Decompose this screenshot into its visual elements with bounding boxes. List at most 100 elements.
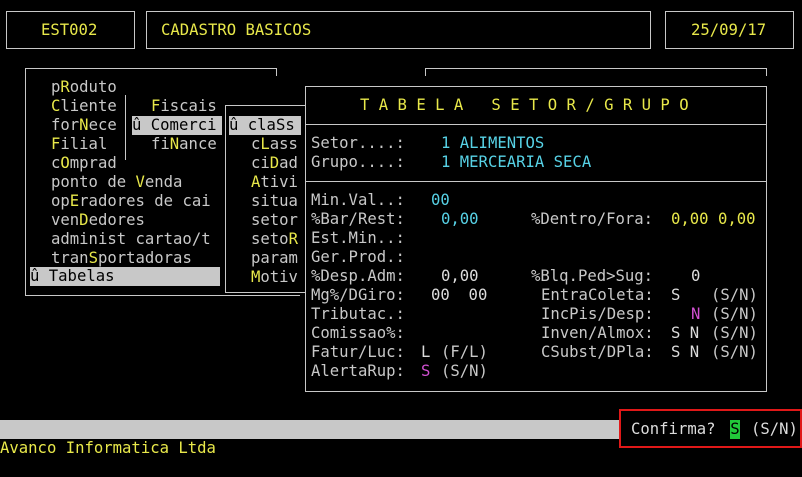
setor-value[interactable]: 1 ALIMENTOS	[441, 134, 544, 153]
main-menu-item-text: c	[51, 154, 61, 172]
main-menu-item-hotkey: E	[69, 192, 80, 210]
submenu-2-item-hotkey: A	[251, 173, 261, 191]
main-menu-item-text-rest: edores	[88, 211, 145, 229]
main-menu-item-text: p	[51, 78, 61, 96]
main-menu-item-text: for	[51, 116, 80, 134]
mg-dgiro-label: Mg%/DGiro:	[311, 286, 405, 304]
bar-rest-label: %Bar/Rest:	[311, 210, 405, 228]
submenu-2-bottom-border	[225, 292, 305, 293]
confirm-hint: (S/N)	[751, 420, 798, 438]
inc-pis-field[interactable]: N	[691, 305, 700, 324]
inc-pis-label: IncPis/Desp:	[541, 305, 654, 323]
fatur-luc-hint: (F/L)	[441, 343, 488, 361]
alerta-rup-field[interactable]: S	[421, 362, 430, 381]
submenu-2-item[interactable]: situa	[251, 192, 298, 211]
main-menu-item[interactable]: forNece	[51, 116, 117, 135]
submenu-2-item[interactable]: Ativi	[251, 173, 298, 192]
submenu-2-item[interactable]: param	[251, 249, 298, 268]
est-min-label: Est.Min..:	[311, 229, 405, 247]
main-menu-item[interactable]: cOmprad	[51, 154, 117, 173]
submenu-2-item-text: param	[251, 249, 298, 267]
submenu-1-item-hotkey: F	[151, 97, 161, 115]
submenu-2-item-hotkey: L	[260, 135, 270, 153]
main-menu-item[interactable]: Cliente	[51, 97, 117, 116]
background-window-top-border	[425, 68, 767, 69]
csubst-field[interactable]: S N	[671, 343, 699, 362]
comissao-label: Comissao%:	[311, 324, 405, 342]
desp-adm-field[interactable]: 0,00	[441, 267, 479, 286]
confirm-prompt-label: Confirma?	[631, 420, 716, 438]
submenu-2-item[interactable]: setor	[251, 211, 298, 230]
main-menu-item-text: ven	[51, 211, 80, 229]
main-menu-item[interactable]: venDedores	[51, 211, 145, 230]
main-menu-item[interactable]: pRoduto	[51, 78, 117, 97]
dentro-fora-field[interactable]: 0,00 0,00	[671, 210, 756, 229]
submenu-2-item[interactable]: setoR	[251, 230, 298, 249]
alerta-rup-label: AlertaRup:	[311, 362, 405, 380]
main-menu-item[interactable]: ponto de Venda	[51, 173, 182, 192]
alerta-rup-hint: (S/N)	[441, 362, 488, 380]
screen-title: CADASTRO BASICOS	[161, 21, 312, 39]
submenu-2-item[interactable]: ciDad	[251, 154, 298, 173]
dentro-fora-label: %Dentro/Fora:	[531, 210, 654, 228]
fatur-luc-label: Fatur/Luc:	[311, 343, 405, 361]
blq-ped-label: %Blq.Ped>Sug:	[531, 267, 654, 285]
background-window-right-tick	[766, 68, 767, 76]
mg-dgiro-field[interactable]: 00 00	[431, 286, 487, 305]
main-menu-item-hotkey: O	[60, 154, 70, 172]
main-menu-item[interactable]: tranSportadoras	[51, 249, 192, 268]
main-menu-item-hotkey: F	[51, 135, 61, 153]
dialog-divider-2	[305, 181, 767, 182]
main-menu-bottom-border	[25, 295, 300, 296]
main-menu-item[interactable]: opEradores de cai	[51, 192, 211, 211]
submenu-1-item[interactable]: Fiscais	[151, 97, 217, 116]
main-menu-item-hotkey: V	[135, 173, 145, 191]
main-menu-item[interactable]: Filial	[51, 135, 107, 154]
grupo-value[interactable]: 1 MERCEARIA SECA	[441, 153, 591, 172]
background-window-left-tick	[425, 68, 426, 76]
main-menu-item-text: administ cartao/t	[51, 230, 211, 248]
main-menu-item[interactable]: administ cartao/t	[51, 230, 211, 249]
confirm-answer-field[interactable]: S	[730, 420, 740, 439]
submenu-1-item[interactable]: fiNance	[151, 135, 217, 154]
main-menu-item-text-rest: oduto	[69, 78, 117, 96]
submenu-2-item-text-rest: tivi	[260, 173, 298, 191]
desp-adm-label: %Desp.Adm:	[311, 267, 405, 285]
main-menu-item-hotkey: D	[79, 211, 89, 229]
submenu-1-item-text-rest: iscais	[160, 97, 217, 115]
program-code: EST002	[41, 21, 98, 39]
submenu-item-class-selected[interactable]: û claSs	[229, 116, 301, 135]
main-menu-item-text: ponto de	[51, 173, 136, 191]
submenu-2-item-text: ci	[251, 154, 270, 172]
main-menu-item-text: op	[51, 192, 70, 210]
fatur-luc-field[interactable]: L	[421, 343, 430, 362]
ger-prod-label: Ger.Prod.:	[311, 248, 405, 266]
submenu-1-item-text: fi	[151, 135, 170, 153]
footer-company: Avanco Informatica Ltda	[0, 439, 216, 457]
main-menu-item-text-rest: enda	[144, 173, 183, 191]
bar-rest-field[interactable]: 0,00	[441, 210, 479, 229]
submenu-2-item-text: seto	[251, 230, 289, 248]
main-menu-item-text-rest: ece	[88, 116, 117, 134]
submenu-1-item-text-rest: ance	[179, 135, 217, 153]
main-menu-item-text-rest: ilial	[60, 135, 108, 153]
main-menu-item-hotkey: N	[79, 116, 89, 134]
inven-label: Inven/Almox:	[541, 324, 654, 342]
entra-coleta-field[interactable]: S	[671, 286, 680, 305]
main-menu-item-text-rest: portadoras	[97, 249, 192, 267]
submenu-2-item-hotkey: R	[288, 230, 298, 248]
min-val-field[interactable]: 00	[431, 191, 450, 210]
main-menu-item-text: tran	[51, 249, 89, 267]
entra-coleta-label: EntraColeta:	[541, 286, 654, 304]
submenu-2-item-text: setor	[251, 211, 298, 229]
menu-item-tabelas-selected[interactable]: û Tabelas	[30, 267, 220, 286]
blq-ped-field[interactable]: 0	[691, 267, 700, 286]
main-menu-item-hotkey: R	[60, 78, 70, 96]
tributac-label: Tributac.:	[311, 305, 405, 323]
submenu-2-item[interactable]: cLass	[251, 135, 298, 154]
submenu-1-item[interactable]: û Comerci	[132, 116, 222, 135]
grupo-label: Grupo....:	[311, 153, 405, 171]
inven-field[interactable]: S N	[671, 324, 699, 343]
main-menu-item-text-rest: mprad	[69, 154, 117, 172]
submenu-2-item[interactable]: Motiv	[251, 268, 298, 287]
